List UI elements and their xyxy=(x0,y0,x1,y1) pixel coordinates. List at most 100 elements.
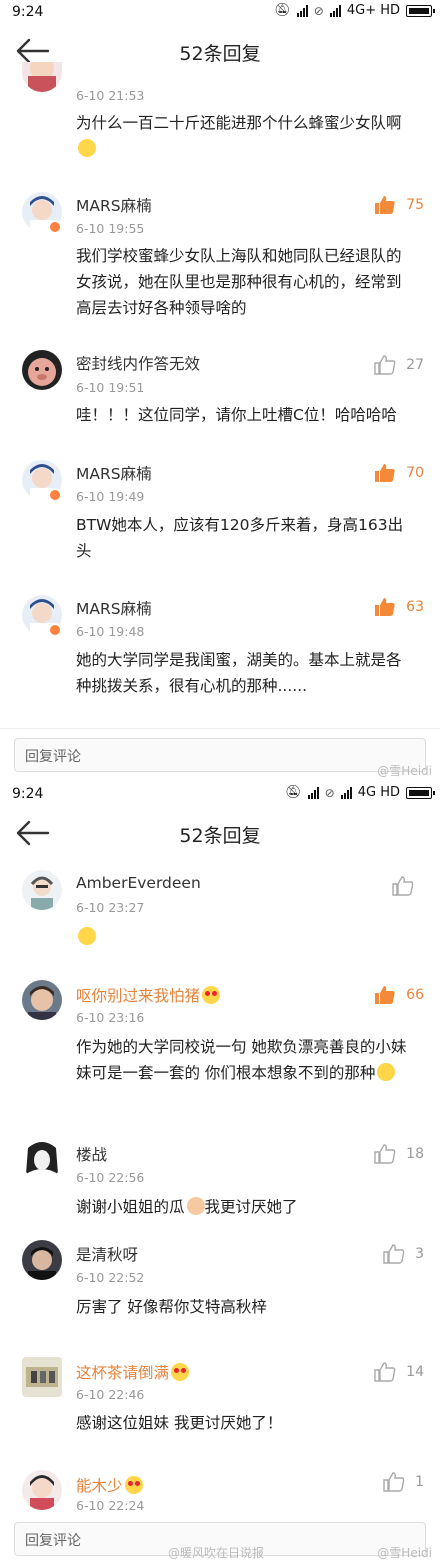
like-count: 27 xyxy=(406,357,424,373)
avatar[interactable] xyxy=(22,62,62,92)
status-icons: 🔕︎ ⊘ 4G+ HD xyxy=(274,3,435,18)
reply-input[interactable]: 回复评论 xyxy=(14,738,426,772)
watermark: @雪Heidi xyxy=(377,1546,432,1560)
thumbs-up-icon xyxy=(375,464,395,482)
avatar[interactable] xyxy=(22,1470,62,1510)
comment-time: 6-10 23:16 xyxy=(76,1010,145,1025)
grin-emoji xyxy=(78,139,96,157)
comment-username[interactable]: 楼战 xyxy=(76,1143,107,1165)
thumbs-up-icon xyxy=(374,1144,396,1164)
status-bar: 9:24 🔕︎ ⊘ 4G+ HD xyxy=(0,0,440,26)
comment-username[interactable]: MARS麻楠 xyxy=(76,462,152,484)
divider xyxy=(0,728,440,729)
like-button[interactable]: 75 xyxy=(374,195,424,215)
like-button[interactable]: 3 xyxy=(383,1244,424,1264)
like-button[interactable]: 63 xyxy=(374,597,424,617)
status-time: 9:24 xyxy=(12,786,44,802)
comment-time: 6-10 19:51 xyxy=(76,380,145,395)
status-icons: 🔕︎ ⊘ 4G HD xyxy=(285,785,435,800)
comment-text xyxy=(76,924,416,950)
comment-username[interactable]: 这杯茶请倒满 xyxy=(76,1361,190,1383)
watermark: @暖风吹在日说报 xyxy=(168,1546,265,1560)
avatar[interactable] xyxy=(22,870,62,910)
signal-icon xyxy=(329,4,341,17)
signal-icon xyxy=(296,4,308,17)
like-count: 18 xyxy=(406,1146,424,1162)
thumbs-up-icon xyxy=(375,986,395,1004)
watermark: @雪Heidi xyxy=(377,764,432,778)
comment-text: 她的大学同学是我闺蜜，湖美的。基本上就是各种挑拨关系，很有心机的那种...... xyxy=(76,651,402,695)
verified-badge xyxy=(48,220,62,234)
thumbs-up-icon xyxy=(383,1244,405,1264)
glasses-emoji xyxy=(377,1063,396,1081)
hand-emoji xyxy=(186,1197,205,1215)
like-count: 14 xyxy=(406,1364,424,1380)
avatar[interactable] xyxy=(22,1240,62,1280)
page-title: 52条回复 xyxy=(179,825,261,847)
comment-time: 6-10 22:46 xyxy=(76,1387,145,1402)
like-button[interactable]: 18 xyxy=(374,1144,424,1164)
signal-icon xyxy=(340,786,352,799)
like-count: 75 xyxy=(406,197,424,213)
nav-bar: 52条回复 xyxy=(0,808,440,858)
comment-time: 6-10 23:27 xyxy=(76,900,145,915)
like-button[interactable]: 1 xyxy=(383,1472,424,1492)
comment-time: 6-10 22:52 xyxy=(76,1270,145,1285)
comment-username[interactable]: AmberEverdeen xyxy=(76,874,201,892)
thumbs-up-icon xyxy=(383,1472,405,1492)
like-count: 3 xyxy=(415,1246,424,1262)
like-button[interactable]: 14 xyxy=(374,1362,424,1382)
avatar[interactable] xyxy=(22,350,62,390)
status-time: 9:24 xyxy=(12,4,44,20)
like-count: 70 xyxy=(406,465,424,481)
comment-username[interactable]: MARS麻楠 xyxy=(76,597,152,619)
thumbs-up-icon xyxy=(374,355,396,375)
comment-text: BTW她本人，应该有120多斤来着，身高163出头 xyxy=(76,516,404,560)
like-button[interactable]: 27 xyxy=(374,355,424,375)
nav-bar: 52条回复 xyxy=(0,26,440,76)
heart-eyes-emoji xyxy=(202,986,221,1004)
comment-username[interactable]: 呕你别过来我怕猪 xyxy=(76,984,221,1006)
heart-eyes-emoji xyxy=(124,1476,143,1494)
thumbs-up-icon xyxy=(374,1362,396,1382)
avatar[interactable] xyxy=(22,1357,62,1397)
comment-text: 哇！！！这位同学，请你上吐槽C位！哈哈哈哈 xyxy=(76,406,397,424)
comment-username[interactable]: 是清秋呀 xyxy=(76,1243,138,1265)
thumbs-up-icon xyxy=(375,196,395,214)
avatar[interactable] xyxy=(22,1140,62,1180)
bell-off-icon: 🔕︎ xyxy=(285,785,302,800)
comment-time: 6-10 22:56 xyxy=(76,1170,145,1185)
like-button[interactable]: 70 xyxy=(374,463,424,483)
comment-time: 6-10 19:48 xyxy=(76,624,145,639)
status-bar: 9:24 🔕︎ ⊘ 4G HD xyxy=(0,782,440,808)
comment-time: 6-10 21:53 xyxy=(76,88,145,103)
wifi-off-icon: ⊘ xyxy=(313,3,324,18)
heart-eyes-emoji xyxy=(171,1363,190,1381)
surprised-emoji xyxy=(78,927,96,945)
like-button[interactable] xyxy=(392,876,424,896)
bell-off-icon: 🔕︎ xyxy=(274,3,291,18)
network-label: 4G+ HD xyxy=(346,3,400,18)
comment-username[interactable]: MARS麻楠 xyxy=(76,194,152,216)
screenshot-top: 9:24 🔕︎ ⊘ 4G+ HD 52条回复 6-10 21:53 为什么一百二… xyxy=(0,0,440,782)
comment-text: 感谢这位姐妹 我更讨厌她了！ xyxy=(76,1414,283,1432)
like-button[interactable]: 66 xyxy=(374,985,424,1005)
avatar[interactable] xyxy=(22,980,62,1020)
battery-icon xyxy=(406,786,435,799)
thumbs-up-icon xyxy=(375,598,395,616)
comment-text: 作为她的大学同校说一句 她欺负漂亮善良的小妹妹可是一套一套的 你们根本想象不到的… xyxy=(76,1038,407,1082)
comment-username[interactable]: 能木少 xyxy=(76,1474,143,1496)
comment-time: 6-10 19:49 xyxy=(76,489,145,504)
comment-username[interactable]: 密封线内作答无效 xyxy=(76,352,200,374)
verified-badge xyxy=(48,623,62,637)
like-count: 63 xyxy=(406,599,424,615)
screenshot-bottom: 9:24 🔕︎ ⊘ 4G HD 52条回复 AmberEverdeen 6-10… xyxy=(0,782,440,1564)
page-title: 52条回复 xyxy=(179,43,261,65)
battery-icon xyxy=(406,4,435,17)
network-label: 4G HD xyxy=(357,785,400,800)
like-count: 66 xyxy=(406,987,424,1003)
signal-icon xyxy=(307,786,319,799)
like-count: 1 xyxy=(415,1474,424,1490)
thumbs-up-icon xyxy=(392,876,414,896)
comment-time: 6-10 22:24 xyxy=(76,1498,145,1513)
